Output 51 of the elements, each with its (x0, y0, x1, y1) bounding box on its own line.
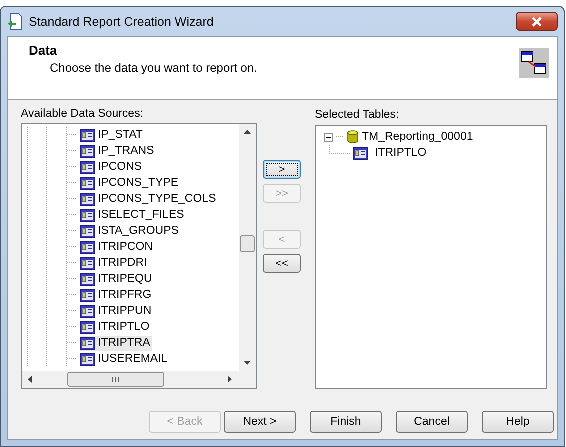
tree-item[interactable]: ITRIPTLO (353, 146, 429, 160)
table-icon (80, 128, 95, 142)
table-icon (80, 256, 95, 270)
wizard-icon (7, 12, 23, 30)
tree-item[interactable]: IP_STAT (80, 128, 145, 142)
tree-item[interactable]: ISTA_GROUPS (80, 224, 181, 238)
tree-item[interactable]: IPCONS (80, 160, 144, 174)
table-icon (80, 304, 95, 318)
tree-item[interactable]: ITRIPEQU (80, 272, 154, 286)
footer-button[interactable]: Finish (310, 411, 382, 433)
table-icon (80, 144, 95, 158)
window-title: Standard Report Creation Wizard (29, 14, 215, 28)
table-icon (80, 288, 95, 302)
footer-button[interactable]: Next > (224, 411, 296, 433)
tree-lines (328, 145, 350, 154)
footer-button[interactable]: Cancel (396, 411, 468, 433)
tree-item[interactable]: IPCONS_TYPE_COLS (80, 192, 218, 206)
page-subtitle: Choose the data you want to report on. (49, 61, 258, 75)
tree-item[interactable]: ITRIPTLO (80, 320, 152, 334)
table-icon (80, 240, 95, 254)
tree-item[interactable]: ITRIPTRA (80, 336, 152, 350)
available-sources-label: Available Data Sources: (21, 108, 145, 121)
tree-item[interactable]: ITRIPCON (80, 240, 155, 254)
tree-item[interactable]: IP_TRANS (80, 144, 156, 158)
tree-item[interactable]: ITRIPDRI (80, 256, 150, 270)
tree-item[interactable]: ITRIPFRG (80, 288, 154, 302)
tree-item[interactable]: ISELECT_FILES (80, 208, 186, 222)
close-button[interactable] (516, 12, 558, 31)
move-button[interactable]: << (263, 254, 301, 273)
tree-item[interactable]: TM_Reporting_00001 (347, 130, 476, 144)
table-icon (80, 272, 95, 286)
footer-button[interactable]: Help (482, 411, 554, 433)
database-icon (347, 130, 359, 144)
table-icon (80, 320, 95, 334)
page-title: Data (29, 43, 58, 58)
table-icon (80, 192, 95, 206)
table-icon (80, 176, 95, 190)
tree-lines (336, 136, 344, 138)
tree-item[interactable]: ITRIPPUN (80, 304, 154, 318)
tree-item[interactable]: IPCONS_TYPE (80, 176, 181, 190)
table-icon (80, 336, 95, 350)
table-icon (80, 208, 95, 222)
table-icon (80, 224, 95, 238)
tree-item[interactable]: IUSEREMAIL (80, 352, 170, 366)
collapse-icon[interactable] (324, 132, 333, 142)
table-icon (80, 352, 95, 366)
table-icon (80, 160, 95, 174)
close-icon (530, 16, 544, 26)
move-button[interactable]: > (263, 160, 301, 179)
table-icon (353, 146, 368, 160)
selected-tables-label: Selected Tables: (315, 109, 400, 121)
